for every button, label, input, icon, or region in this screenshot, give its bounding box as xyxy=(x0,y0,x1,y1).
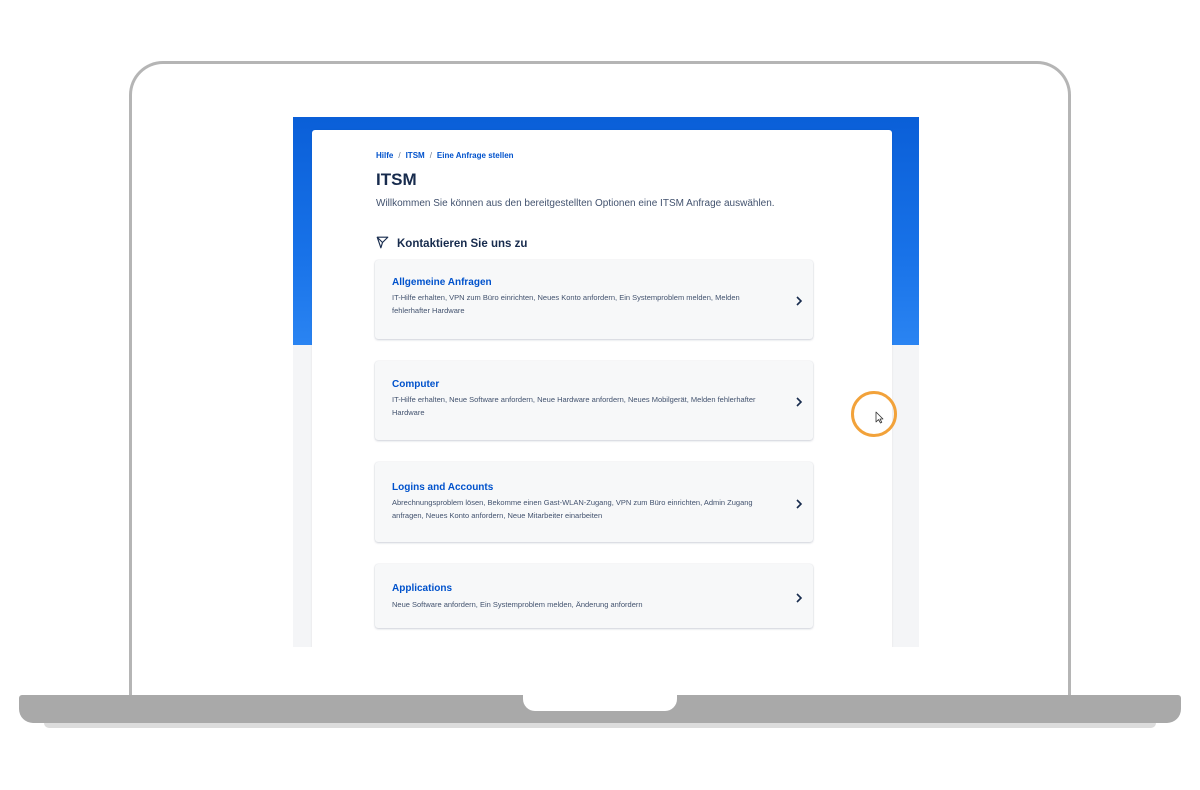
request-card-applications[interactable]: Applications Neue Software anfordern, Ei… xyxy=(375,564,813,628)
send-icon xyxy=(376,236,389,252)
request-card-computer[interactable]: Computer IT-Hilfe erhalten, Neue Softwar… xyxy=(375,361,813,440)
page-title: ITSM xyxy=(376,170,417,189)
chevron-right-icon xyxy=(795,394,803,412)
chevron-right-icon xyxy=(795,496,803,514)
card-title: Applications xyxy=(392,583,453,594)
card-title: Computer xyxy=(392,379,440,390)
breadcrumb-current[interactable]: Eine Anfrage stellen xyxy=(437,151,514,160)
request-card-logins-and-accounts[interactable]: Logins and Accounts Abrechnungsproblem l… xyxy=(375,462,813,542)
contact-label: Kontaktieren Sie uns zu xyxy=(397,238,528,250)
chevron-right-icon xyxy=(795,590,803,608)
laptop-base-shadow xyxy=(44,723,1156,728)
cursor-highlight xyxy=(851,391,897,437)
portal-panel: Hilfe / ITSM / Eine Anfrage stellen ITSM… xyxy=(312,130,892,647)
intro-text: Willkommen Sie können aus den bereitgest… xyxy=(376,198,775,209)
breadcrumb-itsm[interactable]: ITSM xyxy=(406,151,425,160)
screen: Hilfe / ITSM / Eine Anfrage stellen ITSM… xyxy=(293,117,919,647)
card-description: Abrechnungsproblem lösen, Bekomme einen … xyxy=(392,498,753,520)
breadcrumb-separator: / xyxy=(429,151,432,160)
card-title: Logins and Accounts xyxy=(392,482,494,493)
card-description: Neue Software anfordern, Ein Systemprobl… xyxy=(392,600,643,609)
breadcrumb-hilfe[interactable]: Hilfe xyxy=(376,151,393,160)
request-card-allgemeine-anfragen[interactable]: Allgemeine Anfragen IT-Hilfe erhalten, V… xyxy=(375,260,813,339)
card-description: IT-Hilfe erhalten, Neue Software anforde… xyxy=(392,395,756,417)
card-title: Allgemeine Anfragen xyxy=(392,277,492,288)
mouse-pointer-icon xyxy=(875,411,884,429)
breadcrumb: Hilfe / ITSM / Eine Anfrage stellen xyxy=(376,151,514,160)
contact-heading: Kontaktieren Sie uns zu xyxy=(376,236,527,252)
laptop-notch xyxy=(523,695,677,711)
chevron-right-icon xyxy=(795,293,803,311)
breadcrumb-separator: / xyxy=(398,151,401,160)
card-description: IT-Hilfe erhalten, VPN zum Büro einricht… xyxy=(392,293,740,315)
